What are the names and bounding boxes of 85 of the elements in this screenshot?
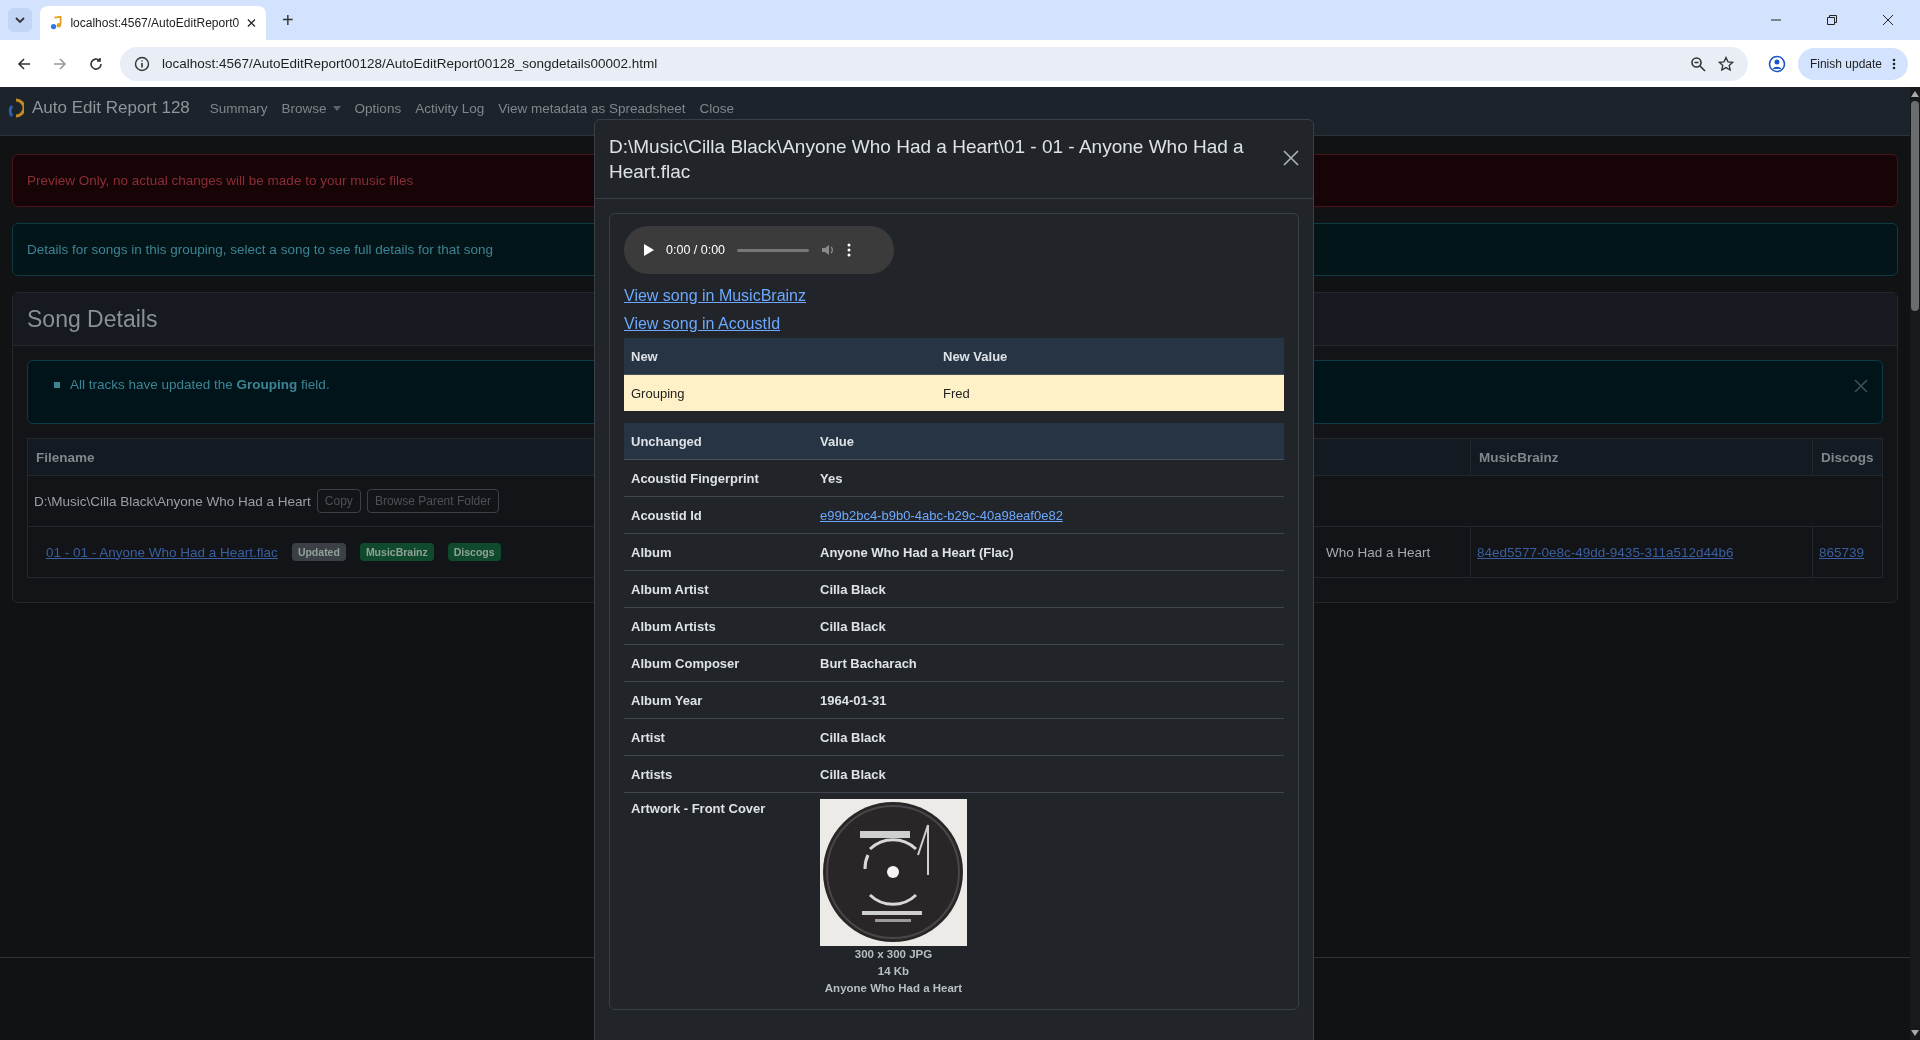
audio-time: 0:00 / 0:00 bbox=[666, 243, 726, 257]
field-value: Cilla Black bbox=[820, 618, 886, 634]
tab-title: localhost:4567/AutoEditReport0 bbox=[70, 16, 240, 30]
close-icon[interactable] bbox=[1882, 14, 1894, 26]
acoustid-link[interactable]: e99b2bc4-b9b0-4abc-b29c-40a98eaf0e82 bbox=[820, 507, 1063, 523]
close-icon[interactable] bbox=[247, 18, 256, 28]
field-name: Artist bbox=[624, 719, 813, 756]
table-cell: Who Had a Heart bbox=[1326, 544, 1431, 560]
card-title: Song Details bbox=[27, 305, 158, 333]
music-note-icon bbox=[50, 15, 63, 31]
external-link[interactable]: View song in MusicBrainz bbox=[624, 282, 806, 310]
restore-icon[interactable] bbox=[1826, 14, 1838, 26]
nav-link[interactable]: Close bbox=[699, 100, 735, 116]
reload-icon[interactable] bbox=[88, 55, 104, 72]
brand-title[interactable]: Auto Edit Report 128 bbox=[32, 98, 190, 118]
folder-path: D:\Music\Cilla Black\Anyone Who Had a Heart bbox=[34, 493, 311, 509]
address-field[interactable]: localhost:4567/AutoEditReport00128/AutoEditReport00128_songdetails00002.html bbox=[120, 46, 1748, 81]
logo-icon bbox=[6, 98, 24, 118]
field-name: Album Composer bbox=[624, 645, 813, 682]
folder-button[interactable]: Browse Parent Folder bbox=[366, 489, 499, 513]
nav-link[interactable]: Browse bbox=[281, 100, 341, 116]
nav-link[interactable]: Summary bbox=[209, 100, 268, 116]
discogs-link[interactable]: 865739 bbox=[1819, 544, 1865, 560]
column-header: MusicBrainz bbox=[1470, 439, 1812, 476]
field-name: Album Artists bbox=[624, 608, 813, 645]
artwork-caption: 14 Kb bbox=[876, 964, 911, 979]
close-icon[interactable] bbox=[1283, 150, 1299, 166]
alert-text: Preview Only, no actual changes will be made to your music files bbox=[27, 173, 414, 188]
scroll-down-icon[interactable] bbox=[1910, 1030, 1919, 1036]
field-value: Anyone Who Had a Heart (Flac) bbox=[820, 544, 1014, 560]
artwork-caption: 300 x 300 JPG bbox=[853, 947, 934, 962]
field-name: Album bbox=[624, 534, 813, 571]
column-header: New Value bbox=[936, 338, 1284, 375]
modal-title: D:\Music\Cilla Black\Anyone Who Had a Heart\01 - 01 - Anyone Who Had a Heart.flac bbox=[609, 135, 1245, 184]
field-name: Grouping bbox=[624, 375, 936, 411]
status-badge: MusicBrainz bbox=[359, 543, 434, 561]
play-icon[interactable] bbox=[644, 244, 654, 256]
field-value: Cilla Black bbox=[820, 766, 886, 782]
nav-link[interactable]: Options bbox=[354, 100, 402, 116]
field-value: Cilla Black bbox=[820, 581, 886, 597]
artwork-caption: Anyone Who Had a Heart bbox=[823, 981, 964, 996]
column-header: New bbox=[624, 338, 936, 375]
field-value: Burt Bacharach bbox=[820, 655, 917, 671]
status-badge: Discogs bbox=[447, 543, 501, 561]
field-value: 1964-01-31 bbox=[820, 692, 887, 708]
nav-link[interactable]: View metadata as Spreadsheet bbox=[498, 100, 686, 116]
field-name: Artists bbox=[624, 756, 813, 793]
scrollbar-thumb[interactable] bbox=[1910, 101, 1919, 311]
caret-icon bbox=[332, 105, 341, 111]
back-icon[interactable] bbox=[16, 55, 32, 72]
alert-text: Details for songs in this grouping, select a song to see full details for that song bbox=[27, 242, 493, 257]
nav-link[interactable]: Activity Log bbox=[415, 100, 485, 116]
profile-icon[interactable] bbox=[1767, 54, 1786, 73]
volume-icon[interactable] bbox=[821, 243, 836, 257]
column-header: Unchanged bbox=[624, 423, 813, 460]
field-name: Artwork - Front Cover bbox=[630, 800, 767, 818]
browser-tab[interactable]: localhost:4567/AutoEditReport0 bbox=[40, 6, 266, 40]
field-name: Acoustid Id bbox=[624, 497, 813, 534]
zoom-icon[interactable] bbox=[1689, 55, 1706, 72]
finish-update-button[interactable]: Finish update bbox=[1797, 47, 1908, 80]
file-link[interactable]: 01 - 01 - Anyone Who Had a Heart.flac bbox=[46, 544, 278, 560]
more-icon[interactable] bbox=[847, 243, 852, 257]
scrollbar[interactable] bbox=[1909, 87, 1920, 1040]
field-value: Cilla Black bbox=[820, 729, 886, 745]
tab-search-icon[interactable] bbox=[8, 8, 32, 32]
status-badge: Updated bbox=[291, 543, 346, 561]
field-name: Album Year bbox=[624, 682, 813, 719]
field-name: Acoustid Fingerprint bbox=[624, 460, 813, 497]
external-link[interactable]: View song in AcoustId bbox=[624, 310, 781, 338]
forward-icon[interactable] bbox=[52, 55, 68, 72]
audio-player[interactable]: 0:00 / 0:00 bbox=[624, 226, 894, 274]
column-header: Value bbox=[813, 423, 1284, 460]
scroll-up-icon[interactable] bbox=[1910, 91, 1919, 97]
folder-button[interactable]: Copy bbox=[316, 489, 361, 513]
column-header: Discogs bbox=[1812, 439, 1882, 476]
bullet-icon bbox=[54, 381, 60, 388]
info-icon[interactable] bbox=[134, 55, 150, 72]
field-name: Album Artist bbox=[624, 571, 813, 608]
musicbrainz-link[interactable]: 84ed5577-0e8c-49dd-9435-311a512d44b6 bbox=[1477, 544, 1734, 560]
new-tab-button[interactable]: + bbox=[274, 8, 302, 32]
star-icon[interactable] bbox=[1717, 55, 1734, 72]
more-icon bbox=[1892, 57, 1896, 70]
notice-text: All tracks have updated the Grouping field. bbox=[70, 377, 330, 392]
seek-bar[interactable] bbox=[737, 248, 810, 252]
field-value: Fred bbox=[936, 375, 1284, 411]
